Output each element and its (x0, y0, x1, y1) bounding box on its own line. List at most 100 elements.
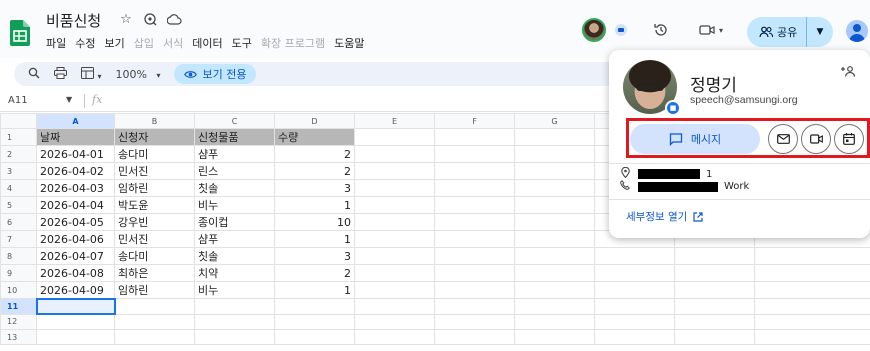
table-cell[interactable] (434, 213, 515, 232)
table-cell[interactable] (354, 162, 435, 181)
table-cell[interactable] (114, 328, 195, 346)
column-header-e[interactable]: E (354, 112, 435, 130)
table-cell[interactable] (434, 281, 515, 300)
table-cell[interactable]: 송다미 (114, 247, 195, 266)
share-button[interactable]: 공유 ▼ (747, 17, 833, 47)
table-cell[interactable] (354, 247, 435, 266)
table-cell[interactable]: 민서진 (114, 162, 195, 181)
column-header-d[interactable]: D (274, 112, 355, 130)
add-contact-icon[interactable] (841, 66, 856, 80)
table-cell[interactable]: 2026-04-01 (36, 145, 115, 164)
select-all-corner[interactable] (0, 112, 37, 130)
row-header[interactable]: 11 (0, 298, 37, 315)
table-cell[interactable] (354, 128, 435, 147)
table-cell[interactable] (754, 298, 870, 315)
print-icon[interactable] (54, 66, 67, 82)
table-cell[interactable] (514, 230, 595, 249)
table-cell[interactable]: 샴푸 (194, 230, 275, 249)
row-header[interactable]: 1 (0, 128, 37, 147)
table-cell[interactable] (434, 162, 515, 181)
table-cell[interactable] (514, 298, 595, 315)
table-cell[interactable] (114, 298, 195, 315)
table-cell[interactable] (194, 313, 275, 330)
table-cell[interactable] (114, 313, 195, 330)
table-cell[interactable]: 2026-04-05 (36, 213, 115, 232)
email-button[interactable] (768, 124, 798, 154)
table-cell[interactable] (514, 179, 595, 198)
table-cell[interactable] (594, 313, 675, 330)
table-cell[interactable] (514, 128, 595, 147)
table-cell[interactable] (514, 162, 595, 181)
table-cell[interactable]: 2026-04-06 (36, 230, 115, 249)
table-cell[interactable] (594, 328, 675, 346)
table-cell[interactable] (354, 179, 435, 198)
table-cell[interactable] (354, 213, 435, 232)
table-cell[interactable]: 신청물품 (194, 128, 275, 147)
table-cell[interactable] (354, 313, 435, 330)
table-cell[interactable] (754, 264, 870, 283)
menu-help[interactable]: 도움말 (334, 35, 364, 51)
table-cell[interactable]: 1 (274, 281, 355, 300)
table-cell[interactable]: 3 (274, 247, 355, 266)
menu-tools[interactable]: 도구 (232, 35, 252, 51)
table-cell[interactable]: 2 (274, 162, 355, 181)
table-cell[interactable] (434, 328, 515, 346)
sheet-format-icon[interactable]: ▾ (81, 66, 102, 82)
menu-data[interactable]: 데이터 (192, 35, 222, 51)
zoom-select[interactable]: 100% ▾ (116, 68, 161, 81)
table-cell[interactable]: 샴푸 (194, 145, 275, 164)
table-cell[interactable] (274, 298, 355, 315)
table-cell[interactable] (594, 264, 675, 283)
video-call-button[interactable] (801, 124, 831, 154)
table-cell[interactable]: 1 (274, 196, 355, 215)
selected-cell[interactable] (35, 297, 116, 316)
row-header[interactable]: 12 (0, 313, 37, 330)
view-only-button[interactable]: 보기 전용 (174, 64, 257, 84)
table-cell[interactable] (514, 264, 595, 283)
table-cell[interactable] (674, 328, 755, 346)
collaborator-avatar[interactable] (582, 18, 606, 42)
table-cell[interactable] (514, 145, 595, 164)
name-box[interactable]: A11 (8, 95, 28, 106)
table-cell[interactable] (434, 196, 515, 215)
table-cell[interactable] (434, 128, 515, 147)
table-cell[interactable] (434, 145, 515, 164)
table-cell[interactable]: 종이컵 (194, 213, 275, 232)
row-header[interactable]: 7 (0, 230, 37, 249)
table-cell[interactable]: 비누 (194, 196, 275, 215)
table-cell[interactable] (674, 298, 755, 315)
table-cell[interactable]: 박도윤 (114, 196, 195, 215)
row-header[interactable]: 6 (0, 213, 37, 232)
table-cell[interactable] (594, 247, 675, 266)
column-header-b[interactable]: B (114, 112, 195, 130)
schedule-event-button[interactable] (834, 124, 864, 154)
table-cell[interactable] (674, 247, 755, 266)
comment-chat-icon[interactable] (611, 20, 631, 40)
table-cell[interactable] (514, 328, 595, 346)
table-cell[interactable]: 칫솔 (194, 179, 275, 198)
table-cell[interactable] (754, 328, 870, 346)
table-cell[interactable] (434, 247, 515, 266)
table-cell[interactable] (434, 179, 515, 198)
star-icon[interactable]: ☆ (118, 11, 134, 27)
table-cell[interactable]: 2026-04-09 (36, 281, 115, 300)
table-cell[interactable] (434, 313, 515, 330)
table-cell[interactable] (594, 298, 675, 315)
table-cell[interactable] (514, 196, 595, 215)
menu-extensions[interactable]: 확장 프로그램 (261, 35, 325, 51)
table-cell[interactable] (514, 313, 595, 330)
row-header[interactable]: 8 (0, 247, 37, 266)
row-header[interactable]: 13 (0, 328, 37, 346)
menu-view[interactable]: 보기 (105, 35, 125, 51)
table-cell[interactable] (754, 247, 870, 266)
row-header[interactable]: 4 (0, 179, 37, 198)
table-cell[interactable]: 2026-04-07 (36, 247, 115, 266)
share-dropdown-caret-icon[interactable]: ▼ (807, 27, 833, 37)
row-header[interactable]: 9 (0, 264, 37, 283)
table-cell[interactable]: 최하은 (114, 264, 195, 283)
table-cell[interactable]: 2026-04-02 (36, 162, 115, 181)
account-avatar[interactable] (846, 20, 868, 42)
table-cell[interactable]: 2026-04-03 (36, 179, 115, 198)
table-cell[interactable]: 2026-04-08 (36, 264, 115, 283)
table-cell[interactable]: 칫솔 (194, 247, 275, 266)
